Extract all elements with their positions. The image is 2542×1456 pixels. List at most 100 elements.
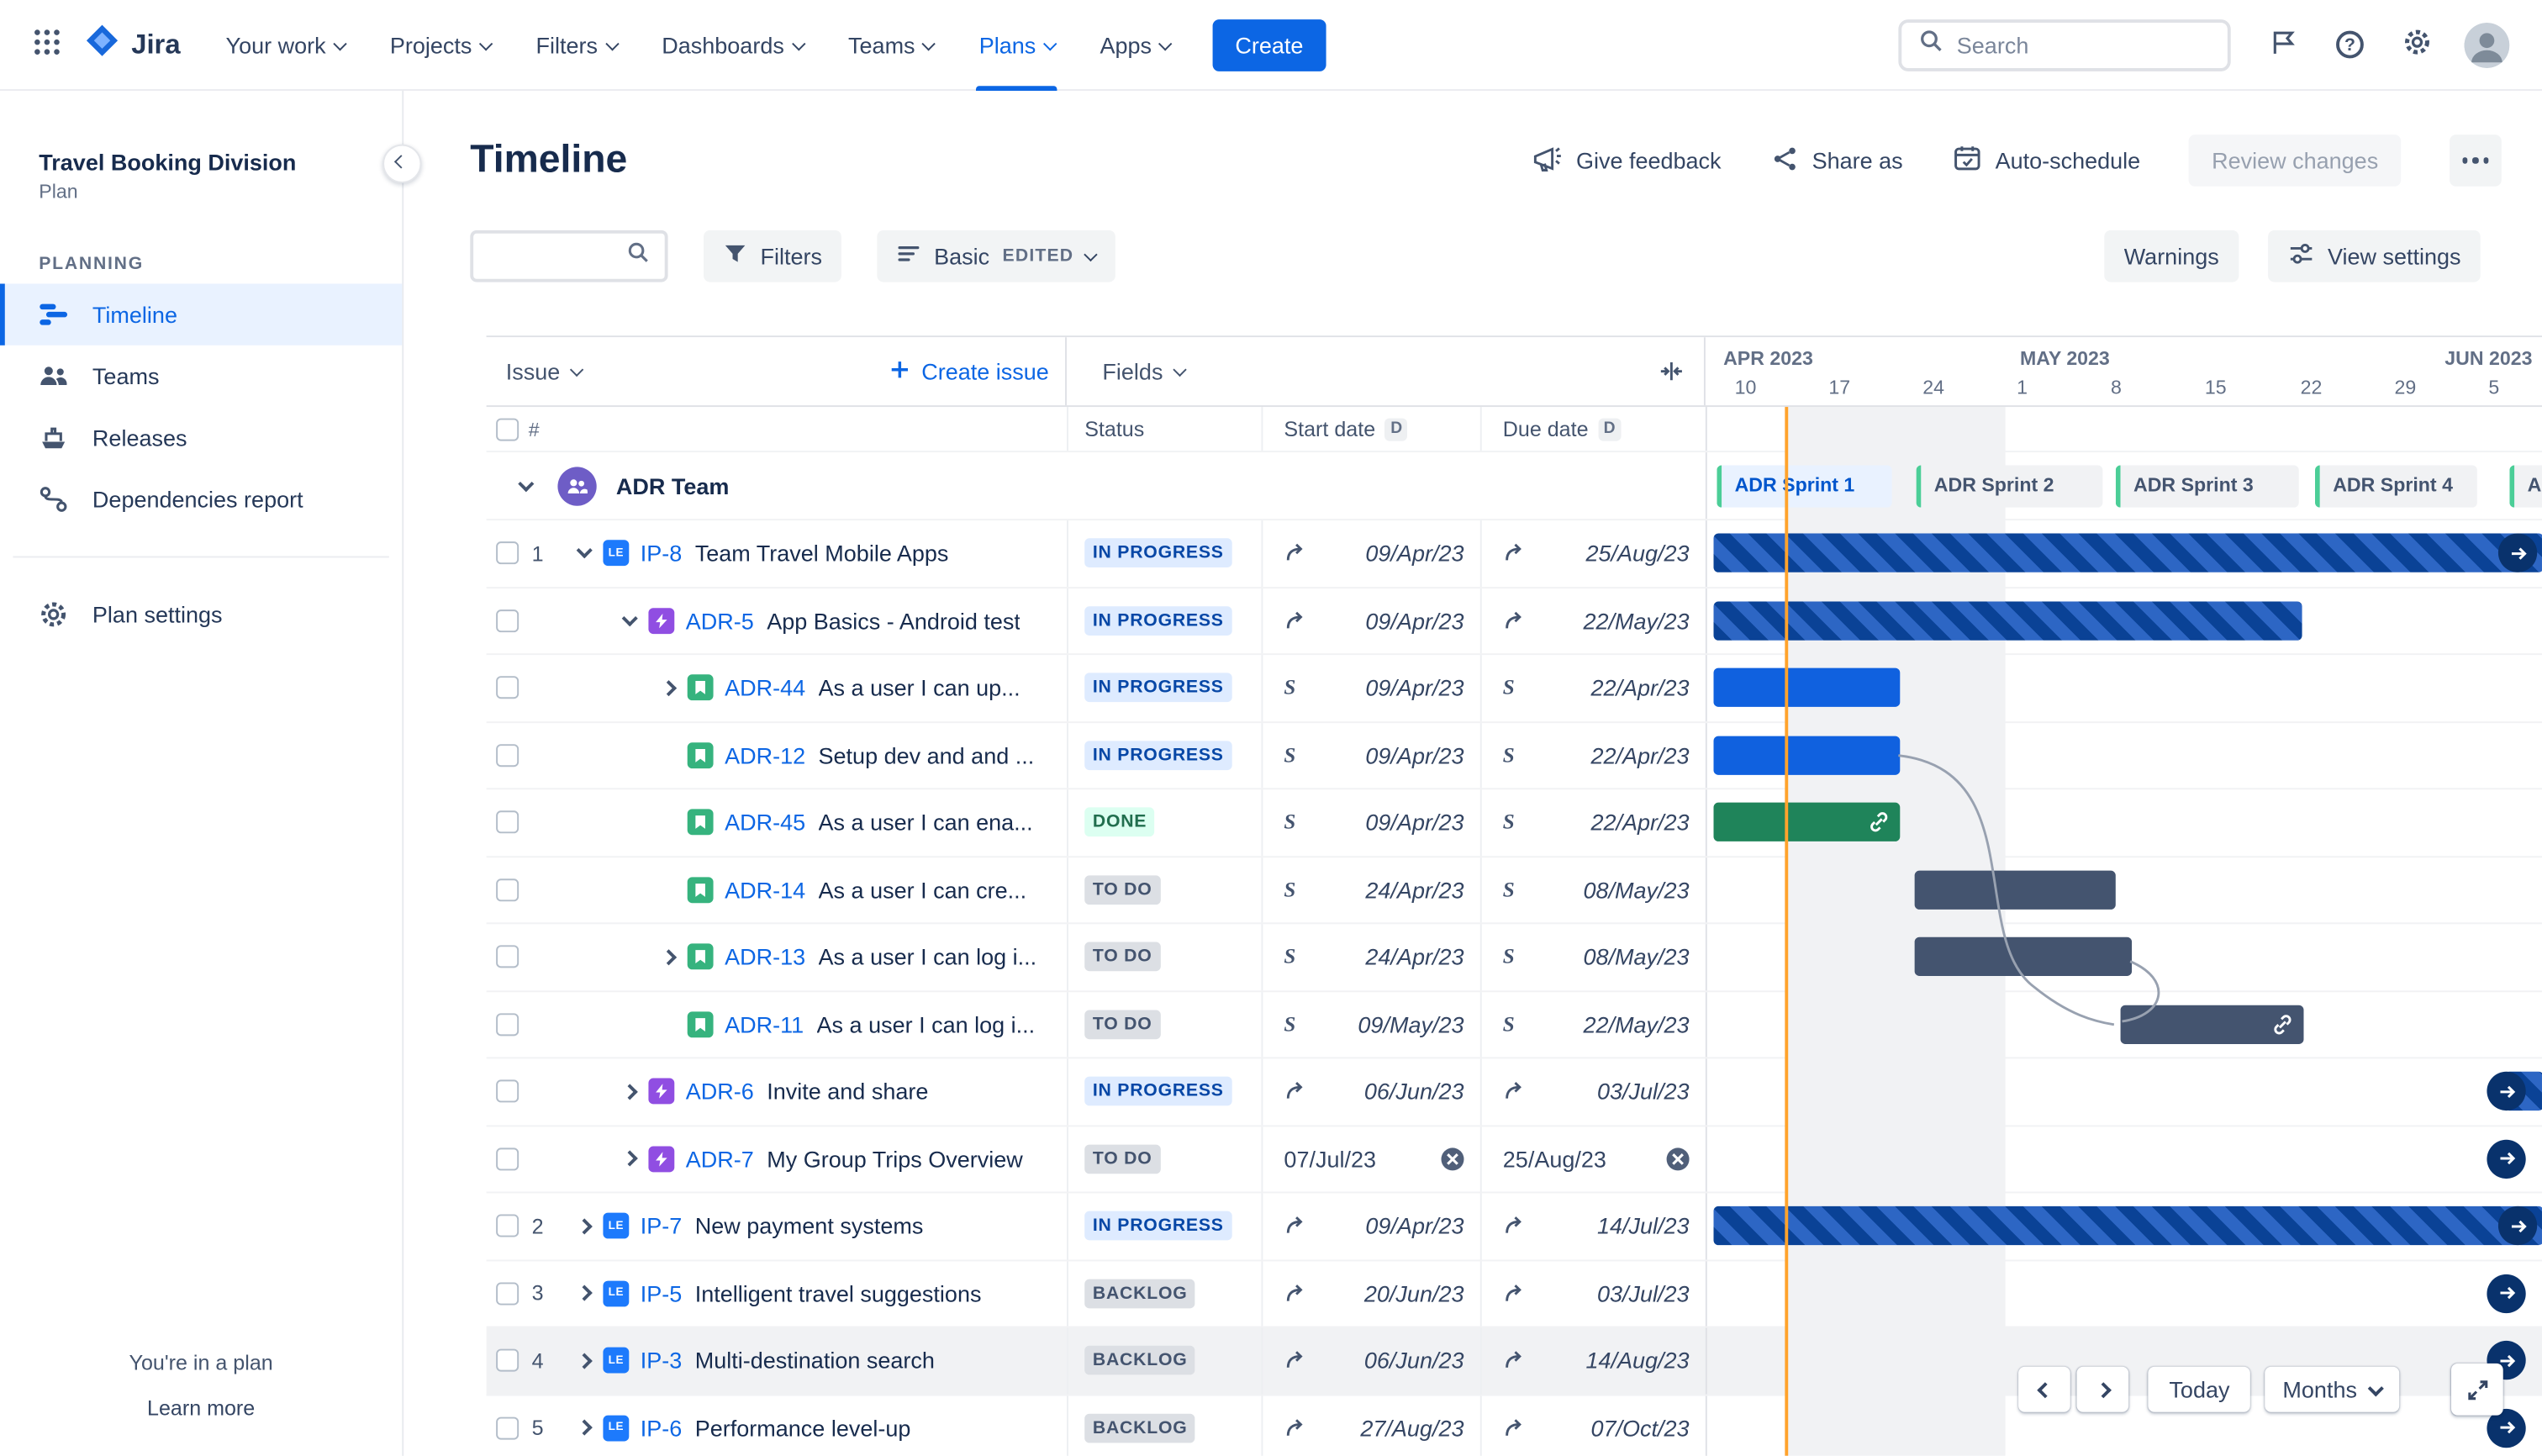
row-checkbox[interactable] <box>496 878 519 901</box>
offscreen-bar-button[interactable] <box>2487 1072 2526 1111</box>
row-checkbox[interactable] <box>496 945 519 968</box>
status-badge[interactable]: IN PROGRESS <box>1084 538 1232 568</box>
filters-button[interactable]: Filters <box>703 229 842 282</box>
help-button[interactable]: ? <box>2329 24 2370 65</box>
give-feedback-button[interactable]: Give feedback <box>1531 142 1722 179</box>
sidebar-collapse-button[interactable] <box>382 144 422 183</box>
sidebar-item-teams[interactable]: Teams <box>0 346 402 407</box>
expand-toggle[interactable] <box>616 608 642 634</box>
due-date-cell[interactable]: 03/Jul/23 <box>1479 1058 1706 1125</box>
due-date-cell[interactable]: 14/Jul/23 <box>1479 1193 1706 1259</box>
issue-key-link[interactable]: ADR-14 <box>725 877 805 903</box>
gantt-bar[interactable] <box>1713 803 1901 842</box>
offscreen-bar-button[interactable] <box>2487 1139 2526 1179</box>
status-badge[interactable]: TO DO <box>1084 874 1161 905</box>
announcements-flag-button[interactable] <box>2261 20 2305 69</box>
row-checkbox[interactable] <box>496 1214 519 1237</box>
nav-item-projects[interactable]: Projects <box>367 0 514 90</box>
nav-item-your-work[interactable]: Your work <box>203 0 367 90</box>
issue-key-link[interactable]: ADR-7 <box>686 1146 754 1172</box>
nav-item-filters[interactable]: Filters <box>514 0 640 90</box>
due-date-cell[interactable]: 14/Aug/23 <box>1479 1327 1706 1394</box>
expand-toggle[interactable] <box>571 1415 597 1441</box>
view-mode-button[interactable]: Basic EDITED <box>877 229 1115 282</box>
row-checkbox[interactable] <box>496 810 519 834</box>
issue-key-link[interactable]: ADR-11 <box>725 1011 804 1037</box>
create-issue-button[interactable]: Create issue <box>889 357 1049 385</box>
jira-logo[interactable]: Jira <box>84 23 181 66</box>
due-date-cell[interactable]: S 22/May/23 <box>1479 991 1706 1058</box>
issue-key-link[interactable]: ADR-13 <box>725 944 805 970</box>
due-date-cell[interactable]: 25/Aug/23 <box>1479 1126 1706 1192</box>
status-badge[interactable]: IN PROGRESS <box>1084 605 1232 636</box>
expand-toggle[interactable] <box>571 1348 597 1374</box>
review-changes-button[interactable]: Review changes <box>2189 135 2402 187</box>
clear-date-icon[interactable] <box>1441 1147 1464 1170</box>
due-date-cell[interactable]: S 08/May/23 <box>1479 924 1706 990</box>
nav-item-plans[interactable]: Plans <box>957 0 1078 91</box>
due-date-cell[interactable]: S 08/May/23 <box>1479 857 1706 923</box>
pan-left-button[interactable] <box>2018 1366 2070 1412</box>
gantt-bar[interactable] <box>1914 870 2116 910</box>
due-date-cell[interactable]: 03/Jul/23 <box>1479 1260 1706 1327</box>
row-checkbox[interactable] <box>496 609 519 632</box>
issue-key-link[interactable]: ADR-6 <box>686 1079 754 1105</box>
due-date-cell[interactable]: 25/Aug/23 <box>1479 520 1706 587</box>
expand-toggle[interactable] <box>571 1213 597 1239</box>
board-search-input[interactable] <box>488 243 616 270</box>
row-checkbox[interactable] <box>496 1147 519 1170</box>
start-date-cell[interactable]: S 09/Apr/23 <box>1261 789 1479 856</box>
due-date-cell[interactable]: S 22/Apr/23 <box>1479 655 1706 721</box>
issue-key-link[interactable]: ADR-44 <box>725 675 805 701</box>
global-search-input[interactable] <box>1956 31 2212 58</box>
gantt-bar[interactable] <box>2120 1005 2304 1044</box>
scroll-to-bar-end-button[interactable] <box>2497 533 2538 573</box>
gantt-bar[interactable] <box>1713 736 1901 775</box>
status-badge[interactable]: DONE <box>1084 807 1155 837</box>
issue-key-link[interactable]: IP-8 <box>641 541 683 567</box>
start-date-cell[interactable]: 09/Apr/23 <box>1261 520 1479 587</box>
issue-key-link[interactable]: IP-6 <box>641 1415 683 1441</box>
sidebar-item-plan-settings[interactable]: Plan settings <box>0 583 402 645</box>
row-checkbox[interactable] <box>496 541 519 565</box>
row-checkbox[interactable] <box>496 743 519 767</box>
issue-key-link[interactable]: IP-7 <box>641 1213 683 1239</box>
warnings-button[interactable]: Warnings <box>2104 229 2239 282</box>
issue-key-link[interactable]: ADR-12 <box>725 742 805 768</box>
pan-right-button[interactable] <box>2076 1366 2129 1412</box>
start-date-cell[interactable]: 06/Jun/23 <box>1261 1327 1479 1394</box>
gantt-bar[interactable] <box>1713 601 2302 641</box>
expand-toggle[interactable] <box>571 541 597 567</box>
due-date-cell[interactable]: 22/May/23 <box>1479 588 1706 654</box>
start-date-cell[interactable]: S 09/Apr/23 <box>1261 722 1479 789</box>
nav-item-teams[interactable]: Teams <box>825 0 957 90</box>
status-badge[interactable]: IN PROGRESS <box>1084 740 1232 770</box>
row-checkbox[interactable] <box>496 1012 519 1036</box>
issue-key-link[interactable]: IP-3 <box>641 1348 683 1374</box>
status-badge[interactable]: TO DO <box>1084 1144 1161 1174</box>
create-button[interactable]: Create <box>1212 18 1326 71</box>
gantt-bar[interactable] <box>1713 533 2542 573</box>
more-actions-button[interactable] <box>2450 135 2502 187</box>
zoom-level-select[interactable]: Months <box>2265 1366 2400 1412</box>
sidebar-item-releases[interactable]: Releases <box>0 407 402 468</box>
sidebar-item-timeline[interactable]: Timeline <box>0 283 403 346</box>
start-date-cell[interactable]: S 24/Apr/23 <box>1261 924 1479 990</box>
sidebar-item-dependencies-report[interactable]: Dependencies report <box>0 468 402 530</box>
expand-toggle[interactable] <box>616 1146 642 1172</box>
start-date-cell[interactable]: 09/Apr/23 <box>1261 588 1479 654</box>
select-all-checkbox[interactable] <box>496 417 519 440</box>
status-badge[interactable]: IN PROGRESS <box>1084 1211 1232 1241</box>
start-date-cell[interactable]: S 09/Apr/23 <box>1261 655 1479 721</box>
app-switcher-button[interactable] <box>26 21 68 68</box>
row-checkbox[interactable] <box>496 1079 519 1103</box>
group-expand-toggle[interactable] <box>512 472 538 499</box>
fields-menu[interactable]: Fields <box>1102 358 1187 384</box>
start-date-cell[interactable]: 06/Jun/23 <box>1261 1058 1479 1125</box>
auto-schedule-button[interactable]: Auto-schedule <box>1952 143 2140 178</box>
today-button[interactable]: Today <box>2148 1366 2251 1412</box>
fullscreen-button[interactable] <box>2450 1363 2503 1416</box>
nav-item-dashboards[interactable]: Dashboards <box>639 0 825 90</box>
gantt-bar[interactable] <box>1713 1206 2542 1246</box>
scroll-to-bar-end-button[interactable] <box>2497 1206 2538 1246</box>
